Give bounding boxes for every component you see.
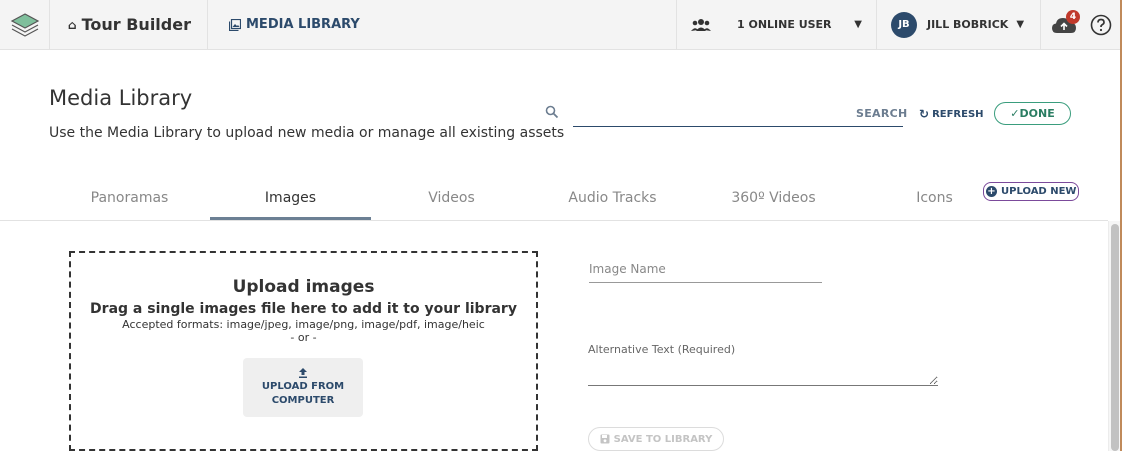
upload-line-2: COMPUTER bbox=[271, 395, 335, 406]
refresh-icon: ↻ bbox=[919, 107, 930, 121]
search-button[interactable]: SEARCH bbox=[856, 107, 908, 120]
scrollbar-thumb[interactable] bbox=[1111, 224, 1119, 451]
tab-videos[interactable]: Videos bbox=[371, 178, 532, 220]
home-link[interactable]: ⌂ Tour Builder bbox=[50, 0, 208, 49]
refresh-button[interactable]: ↻ REFRESH bbox=[919, 107, 984, 121]
user-name: JILL BOBRICK bbox=[927, 18, 1009, 31]
section-title: MEDIA LIBRARY bbox=[246, 17, 360, 32]
search-input[interactable] bbox=[573, 101, 903, 127]
upload-new-label: UPLOAD NEW bbox=[1001, 186, 1077, 197]
alt-text-input[interactable] bbox=[588, 362, 938, 386]
user-menu-dropdown[interactable]: JB JILL BOBRICK ▼ bbox=[876, 0, 1040, 49]
tab-images[interactable]: Images bbox=[210, 178, 371, 220]
tab-panoramas[interactable]: Panoramas bbox=[49, 178, 210, 220]
image-library-icon bbox=[229, 18, 241, 31]
upload-from-computer-button[interactable]: UPLOAD FROM COMPUTER bbox=[243, 358, 363, 417]
refresh-label: REFRESH bbox=[932, 108, 984, 120]
dropzone-or: - or - bbox=[290, 331, 317, 344]
done-label: DONE bbox=[1019, 107, 1055, 120]
online-users-label: 1 ONLINE USER bbox=[737, 18, 832, 31]
users-group-icon bbox=[691, 18, 711, 31]
app-logo[interactable] bbox=[0, 0, 50, 49]
dropzone-title: Upload images bbox=[232, 277, 375, 297]
upload-dropzone[interactable]: Upload images Drag a single images file … bbox=[69, 251, 538, 451]
save-disk-icon bbox=[600, 434, 610, 444]
page-subtitle: Use the Media Library to upload new medi… bbox=[49, 125, 565, 141]
home-icon: ⌂ bbox=[68, 17, 77, 32]
alt-text-label: Alternative Text (Required) bbox=[588, 343, 736, 356]
help-circle-icon bbox=[1090, 14, 1112, 35]
done-button[interactable]: ✓ DONE bbox=[994, 102, 1071, 125]
layers-logo-icon bbox=[10, 12, 39, 37]
upload-line-1: UPLOAD FROM bbox=[261, 381, 345, 392]
dropzone-formats: Accepted formats: image/jpeg, image/png,… bbox=[122, 318, 485, 331]
cloud-sync-button[interactable]: 4 bbox=[1040, 0, 1086, 49]
help-button[interactable] bbox=[1086, 0, 1122, 49]
plus-circle-icon: + bbox=[986, 185, 997, 197]
media-library-link[interactable]: MEDIA LIBRARY bbox=[208, 0, 676, 49]
avatar: JB bbox=[891, 11, 917, 38]
upload-arrow-icon bbox=[299, 368, 307, 378]
chevron-down-icon: ▼ bbox=[854, 19, 862, 30]
tab-audio-tracks[interactable]: Audio Tracks bbox=[532, 178, 693, 220]
notification-badge: 4 bbox=[1066, 10, 1080, 24]
page-title: Media Library bbox=[49, 86, 193, 110]
search-icon bbox=[545, 105, 559, 119]
save-to-library-button[interactable]: SAVE TO LIBRARY bbox=[588, 427, 724, 451]
dropzone-drag-text: Drag a single images file here to add it… bbox=[90, 301, 517, 317]
upload-new-button[interactable]: + UPLOAD NEW bbox=[983, 182, 1080, 201]
app-title: Tour Builder bbox=[81, 15, 191, 34]
check-icon: ✓ bbox=[1010, 107, 1020, 120]
online-users-dropdown[interactable]: 1 ONLINE USER ▼ bbox=[676, 0, 876, 49]
chevron-down-icon: ▼ bbox=[1016, 19, 1025, 30]
image-name-input[interactable] bbox=[589, 256, 822, 283]
save-label: SAVE TO LIBRARY bbox=[613, 433, 713, 445]
tabs-divider bbox=[0, 220, 1108, 221]
top-bar: ⌂ Tour Builder MEDIA LIBRARY 1 ONLINE US… bbox=[0, 0, 1122, 50]
media-type-tabs: Panoramas Images Videos Audio Tracks 360… bbox=[49, 178, 1015, 220]
tab-360-videos[interactable]: 360º Videos bbox=[693, 178, 854, 220]
